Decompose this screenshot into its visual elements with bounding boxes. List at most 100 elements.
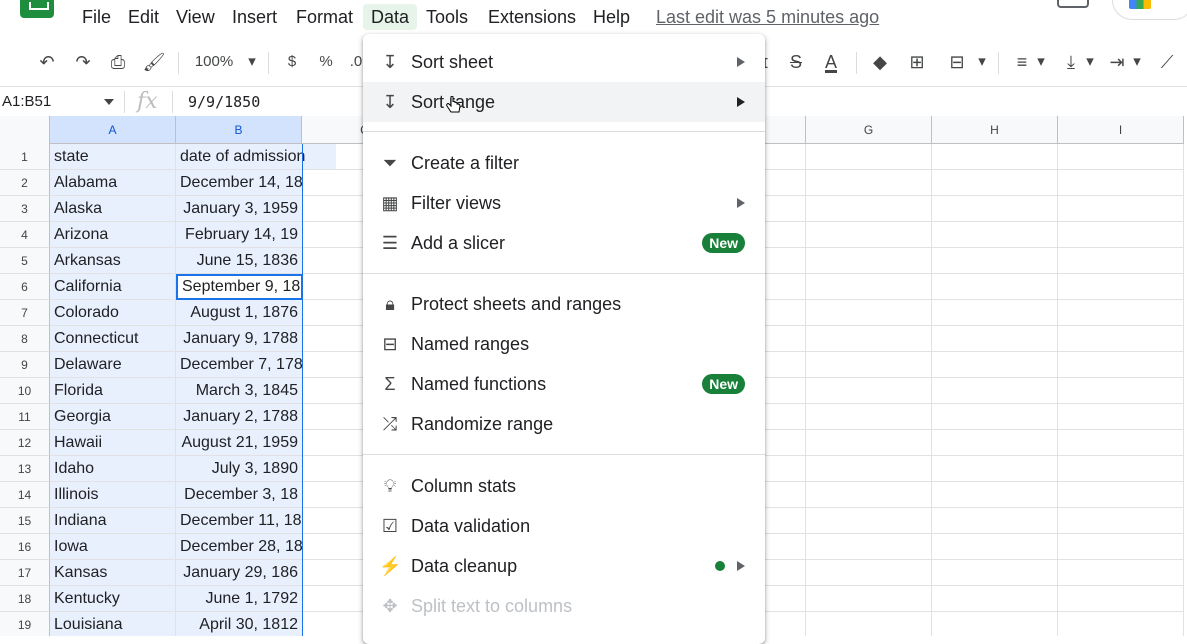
cell-a[interactable]: Connecticut (50, 326, 176, 352)
cell[interactable] (806, 378, 932, 404)
paint-format-icon[interactable]: 🖌 (141, 44, 167, 80)
cell[interactable] (1058, 378, 1184, 404)
currency-format-button[interactable]: $ (282, 44, 302, 80)
row-header[interactable]: 8 (0, 326, 50, 352)
cell[interactable] (1058, 508, 1184, 534)
decrease-decimal-button[interactable]: .0 (348, 44, 364, 80)
cell[interactable] (806, 508, 932, 534)
row-header[interactable]: 11 (0, 404, 50, 430)
menu-view[interactable]: View (168, 4, 223, 30)
cell[interactable] (1058, 586, 1184, 612)
cell-a[interactable]: Iowa (50, 534, 176, 560)
row-header[interactable]: 9 (0, 352, 50, 378)
cell-a[interactable]: Hawaii (50, 430, 176, 456)
horizontal-align-icon[interactable]: ≡ (1010, 44, 1034, 80)
row-header[interactable]: 19 (0, 612, 50, 636)
row-header[interactable]: 15 (0, 508, 50, 534)
column-header-b[interactable]: B (176, 116, 302, 144)
text-color-icon[interactable]: A (818, 44, 844, 80)
valign-chevron-down-icon[interactable]: ▾ (1083, 44, 1097, 80)
cell-b[interactable]: December 11, 18 (176, 508, 303, 534)
row-header[interactable]: 17 (0, 560, 50, 586)
cell[interactable] (932, 248, 1058, 274)
column-header-g[interactable]: G (806, 116, 932, 144)
meet-button[interactable] (1112, 0, 1187, 20)
cell-a[interactable]: Arizona (50, 222, 176, 248)
cell[interactable] (806, 300, 932, 326)
row-header[interactable]: 3 (0, 196, 50, 222)
cell-b[interactable]: January 9, 1788 (176, 326, 303, 352)
cell[interactable] (1058, 274, 1184, 300)
cell[interactable] (806, 222, 932, 248)
strikethrough-icon[interactable]: S (784, 44, 808, 80)
cell[interactable] (932, 352, 1058, 378)
row-header[interactable]: 10 (0, 378, 50, 404)
zoom-select[interactable]: 100% (190, 44, 238, 80)
cell[interactable] (806, 196, 932, 222)
cell[interactable] (932, 170, 1058, 196)
cell[interactable] (806, 560, 932, 586)
cell[interactable] (932, 274, 1058, 300)
cell-a[interactable]: Alabama (50, 170, 176, 196)
menu-format[interactable]: Format (288, 4, 361, 30)
cell[interactable] (932, 482, 1058, 508)
cell-a[interactable]: Florida (50, 378, 176, 404)
cell-b[interactable]: December 3, 18 (176, 482, 303, 508)
cell[interactable] (806, 274, 932, 300)
menu-insert[interactable]: Insert (224, 4, 285, 30)
cell-b[interactable]: August 21, 1959 (176, 430, 303, 456)
menu-item-named-ranges[interactable]: ⊟ Named ranges (363, 324, 765, 364)
text-wrapping-icon[interactable]: ⇥ (1106, 44, 1128, 80)
cell[interactable] (806, 144, 932, 170)
zoom-chevron-down-icon[interactable]: ▾ (244, 44, 260, 80)
align-chevron-down-icon[interactable]: ▾ (1034, 44, 1048, 80)
cell[interactable] (1058, 404, 1184, 430)
cell[interactable] (1058, 248, 1184, 274)
menu-item-column-stats[interactable]: 💡︎ Column stats (363, 466, 765, 506)
cell-a[interactable]: Colorado (50, 300, 176, 326)
cell[interactable] (1058, 196, 1184, 222)
cell[interactable] (806, 352, 932, 378)
cell-b[interactable]: January 3, 1959 (176, 196, 303, 222)
menu-item-named-functions[interactable]: Σ Named functions New (363, 364, 765, 404)
cell-b[interactable]: December 7, 178 (176, 352, 303, 378)
cell[interactable] (1058, 352, 1184, 378)
cell[interactable] (806, 482, 932, 508)
cell-b[interactable]: February 14, 19 (176, 222, 303, 248)
cell[interactable] (932, 508, 1058, 534)
cell-a[interactable]: Indiana (50, 508, 176, 534)
cell[interactable] (1058, 430, 1184, 456)
column-header-i[interactable]: I (1058, 116, 1184, 144)
cell-a[interactable]: state (50, 144, 176, 170)
cell-b[interactable]: August 1, 1876 (176, 300, 303, 326)
cell-a[interactable]: Georgia (50, 404, 176, 430)
cell[interactable] (1058, 144, 1184, 170)
cell-b[interactable]: June 15, 1836 (176, 248, 303, 274)
cell[interactable] (932, 560, 1058, 586)
cell-b[interactable]: December 14, 18 (176, 170, 303, 196)
menu-item-protect-sheets[interactable]: 🔒︎ Protect sheets and ranges (363, 284, 765, 324)
cell[interactable] (932, 456, 1058, 482)
menu-file[interactable]: File (74, 4, 119, 30)
merge-cells-icon[interactable]: ⊟ (942, 44, 972, 80)
row-header[interactable]: 14 (0, 482, 50, 508)
cell[interactable] (932, 404, 1058, 430)
row-header[interactable]: 13 (0, 456, 50, 482)
row-header[interactable]: 1 (0, 144, 50, 170)
cell[interactable] (1058, 534, 1184, 560)
menu-data[interactable]: Data (363, 4, 418, 30)
select-all-corner[interactable] (0, 116, 50, 145)
last-edit-link[interactable]: Last edit was 5 minutes ago (656, 4, 879, 30)
cell[interactable] (806, 170, 932, 196)
cell[interactable] (932, 430, 1058, 456)
cell[interactable] (806, 456, 932, 482)
cell-a[interactable]: Louisiana (50, 612, 176, 636)
menu-item-sort-sheet[interactable]: ↧ Sort sheet (363, 42, 765, 82)
row-header[interactable]: 5 (0, 248, 50, 274)
menu-tools[interactable]: Tools (418, 4, 476, 30)
cell[interactable] (1058, 482, 1184, 508)
column-header-h[interactable]: H (932, 116, 1058, 144)
row-header[interactable]: 6 (0, 274, 50, 300)
row-header[interactable]: 2 (0, 170, 50, 196)
comments-icon[interactable] (1057, 0, 1089, 8)
